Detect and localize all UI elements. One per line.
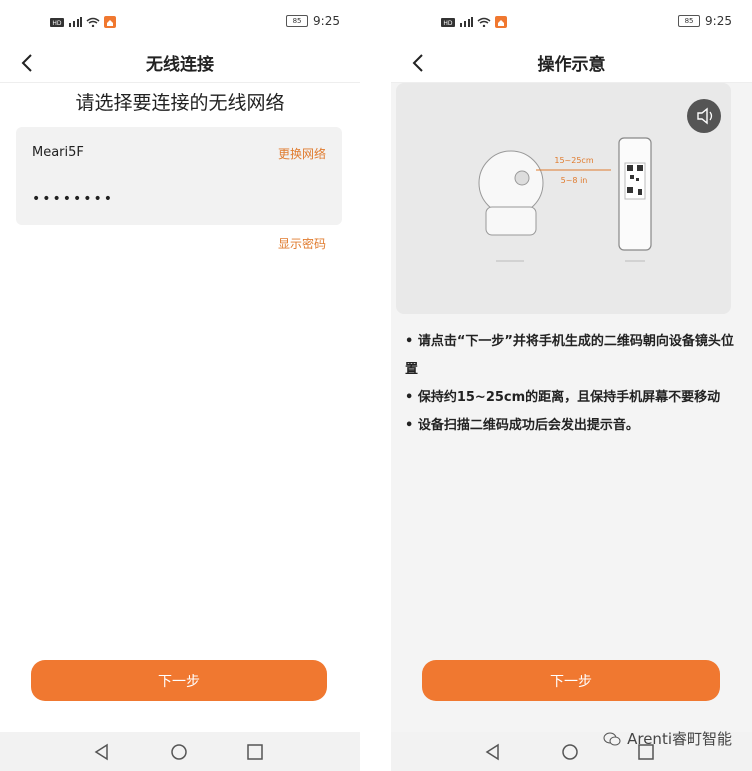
- status-bar: HD 85 9:25: [0, 0, 360, 44]
- page-title: 无线连接: [146, 55, 214, 75]
- nav-home-icon[interactable]: [560, 742, 580, 762]
- svg-text:HD: HD: [52, 20, 62, 27]
- show-password-link[interactable]: 显示密码: [278, 235, 326, 252]
- watermark: Arenti睿町智能: [603, 728, 732, 749]
- speaker-icon[interactable]: [687, 99, 721, 133]
- watermark-text: Arenti睿町智能: [627, 730, 732, 748]
- instruction-item: • 保持约15~25cm的距离，且保持手机屏幕不要移动: [405, 390, 721, 405]
- status-icons: HD: [50, 16, 116, 28]
- wechat-icon: [603, 732, 621, 745]
- nav-back-icon[interactable]: [483, 742, 503, 762]
- status-right: 85 9:25: [286, 14, 340, 28]
- home-notify-icon: [495, 16, 507, 28]
- wifi-icon: [477, 17, 491, 27]
- home-notify-icon: [104, 16, 116, 28]
- scan-illustration: 15~25cm 5~8 in: [396, 83, 731, 314]
- status-icons: HD: [441, 16, 507, 28]
- battery-icon: 85: [678, 15, 701, 27]
- status-bar: HD 85 9:25: [391, 0, 752, 44]
- distance-cm-label: 15~25cm: [554, 156, 593, 165]
- nav-back-icon[interactable]: [92, 742, 112, 762]
- clock: 9:25: [705, 14, 732, 28]
- next-button[interactable]: 下一步: [31, 660, 327, 701]
- nav-home-icon[interactable]: [169, 742, 189, 762]
- system-nav-bar: [0, 732, 360, 771]
- nav-bar: 无线连接: [0, 44, 360, 83]
- operation-guide-screen: HD 85 9:25 操作示意 15~25cm 5~8 in • 请点击“下一步…: [391, 0, 752, 771]
- camera-phone-illustration: 15~25cm 5~8 in: [478, 137, 652, 262]
- wifi-icon: [86, 17, 100, 27]
- next-button[interactable]: 下一步: [422, 660, 720, 701]
- instruction-item: • 请点击“下一步”并将手机生成的二维码朝向设备镜头位置: [405, 334, 734, 377]
- distance-in-label: 5~8 in: [561, 176, 588, 185]
- select-network-heading: 请选择要连接的无线网络: [75, 92, 285, 114]
- instruction-item: • 设备扫描二维码成功后会发出提示音。: [405, 418, 639, 433]
- instruction-list: • 请点击“下一步”并将手机生成的二维码朝向设备镜头位置 • 保持约15~25c…: [405, 328, 735, 440]
- nav-bar: 操作示意: [391, 44, 752, 83]
- hd-icon: HD: [441, 17, 455, 27]
- svg-text:HD: HD: [443, 20, 453, 27]
- page-title: 操作示意: [537, 55, 606, 75]
- hd-icon: HD: [50, 17, 64, 27]
- wifi-connect-screen: HD 85 9:25 无线连接 请选择要连接的无线网络 Meari5F 更换网络…: [0, 0, 360, 771]
- signal-icon: [69, 17, 82, 27]
- battery-icon: 85: [286, 15, 309, 27]
- change-network-link[interactable]: 更换网络: [278, 145, 326, 162]
- nav-recents-icon[interactable]: [245, 742, 265, 762]
- status-right: 85 9:25: [678, 14, 732, 28]
- ssid-label: Meari5F: [32, 145, 84, 160]
- password-field[interactable]: ••••••••: [32, 191, 114, 207]
- signal-icon: [460, 17, 473, 27]
- clock: 9:25: [313, 14, 340, 28]
- wifi-card: Meari5F 更换网络 ••••••••: [16, 127, 342, 225]
